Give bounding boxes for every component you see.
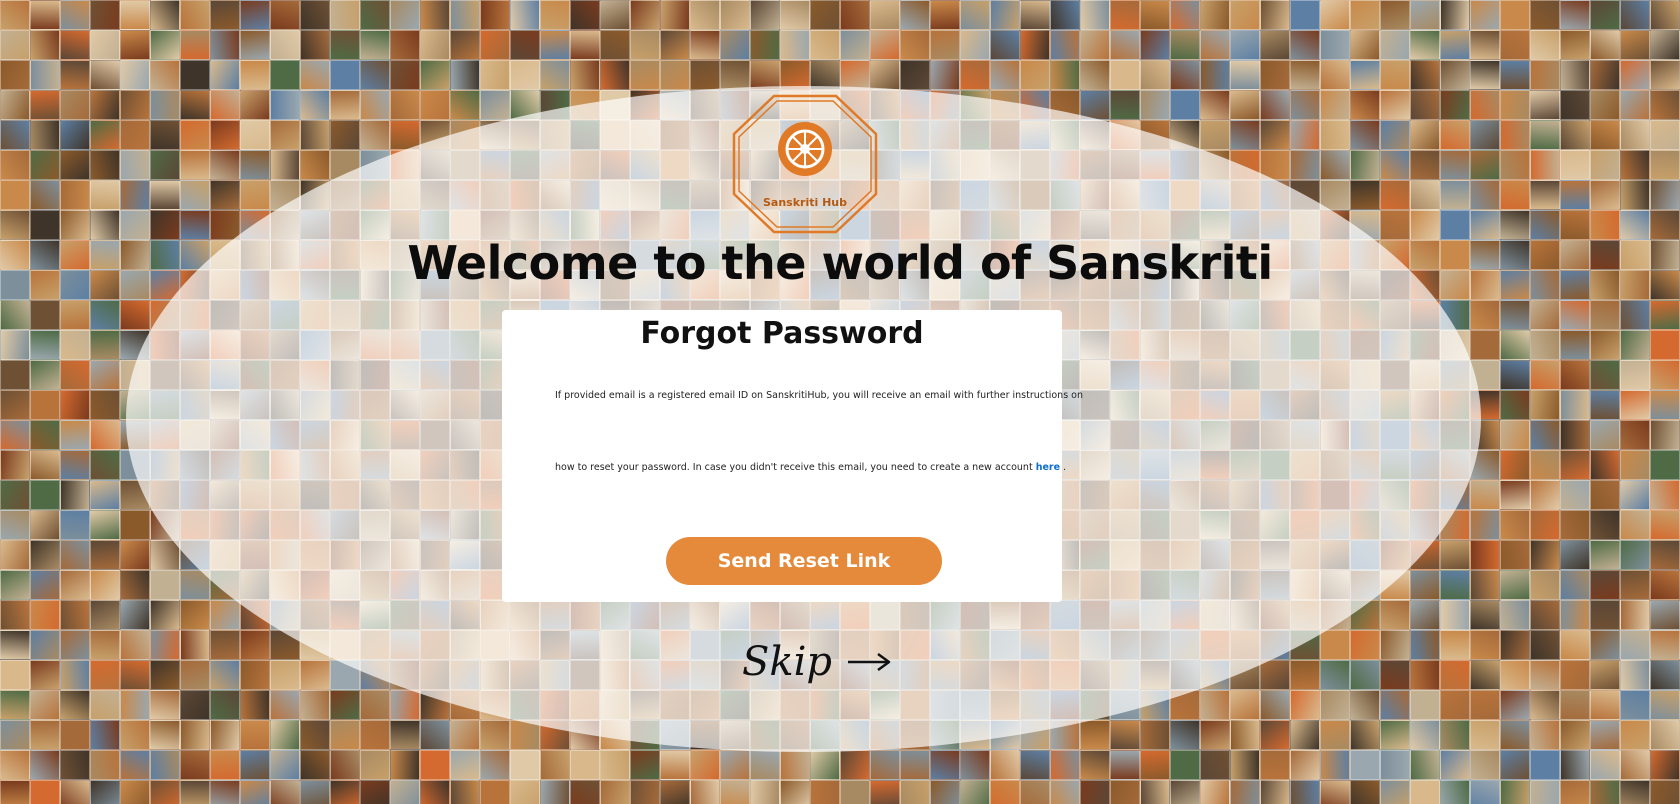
- skip-button[interactable]: Skip: [742, 632, 892, 692]
- info-text-line-2: how to reset your password. In case you …: [555, 462, 1066, 473]
- info-text-line-2-body: how to reset your password. In case you …: [555, 462, 1033, 473]
- info-trailing: .: [1060, 462, 1067, 473]
- skip-label: Skip: [742, 639, 833, 685]
- logo-text: Sanskriti Hub: [763, 196, 847, 209]
- send-reset-link-button[interactable]: Send Reset Link: [666, 537, 942, 585]
- card-title: Forgot Password: [640, 316, 924, 351]
- arrow-right-icon: [848, 652, 891, 672]
- sanskriti-hub-logo: Sanskriti Hub: [731, 93, 879, 235]
- welcome-title: Welcome to the world of Sanskriti: [407, 236, 1273, 290]
- forgot-password-card: Forgot Password If provided email is a r…: [502, 310, 1084, 602]
- dharma-wheel-icon: [778, 122, 832, 176]
- create-account-link[interactable]: here: [1036, 462, 1060, 473]
- info-text-line-1: If provided email is a registered email …: [555, 390, 1084, 401]
